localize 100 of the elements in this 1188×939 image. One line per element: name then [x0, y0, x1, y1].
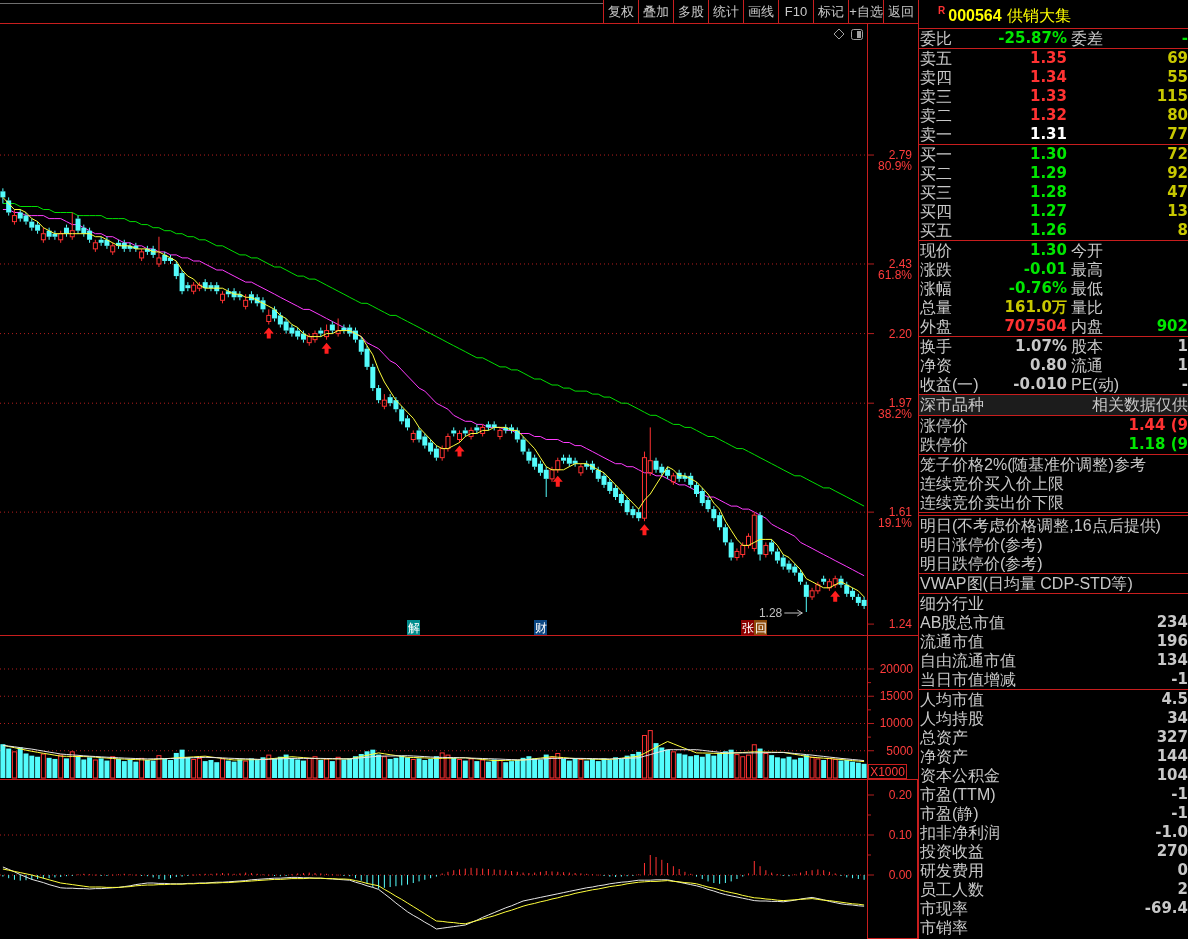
- field-value: 4.5: [1161, 692, 1188, 707]
- event-marker[interactable]: 回: [754, 620, 767, 635]
- toolbar-button[interactable]: 标记: [813, 0, 848, 23]
- toolbar-button[interactable]: 复权: [603, 0, 638, 23]
- field-value: 1.30: [1030, 243, 1067, 258]
- bar: [578, 758, 584, 779]
- up-arrow-icon: [552, 475, 563, 487]
- field-label: VWAP图(日均量 CDP-STD等): [920, 575, 1133, 592]
- field-label: 员工人数: [920, 881, 984, 898]
- field-label: 流通市值: [920, 633, 984, 650]
- candlestick: [410, 429, 416, 444]
- field-label: 内盘: [1071, 318, 1103, 335]
- bar: [243, 760, 249, 779]
- bar: [318, 760, 324, 778]
- field-label: 涨跌: [920, 261, 952, 278]
- field-value: 1.31: [1030, 127, 1067, 142]
- field-label: 卖四: [920, 69, 952, 86]
- field-label: 买一: [920, 146, 952, 163]
- candlestick: [757, 511, 763, 562]
- bar: [324, 758, 330, 779]
- up-arrow-icon: [454, 445, 465, 457]
- field-label: 笼子价格2%(随基准价调整)参考: [920, 456, 1146, 473]
- price-label: 1.28: [758, 606, 783, 620]
- axis-label: 2.43: [888, 257, 912, 271]
- candlestick: [445, 432, 451, 453]
- bar: [92, 759, 98, 779]
- field-value: -0.01: [1023, 262, 1067, 277]
- field-label: 现价: [920, 242, 952, 259]
- right-arrow-icon: [783, 609, 803, 617]
- field-label: 总资产: [920, 729, 968, 746]
- axis-label: 1.24: [888, 617, 912, 632]
- field-value: 1: [1177, 339, 1188, 354]
- axis-label: 2.20: [888, 326, 912, 341]
- candlestick: [376, 384, 382, 404]
- candlestick: [0, 187, 6, 204]
- field-label: 净资: [920, 357, 952, 374]
- candlestick: [549, 466, 555, 483]
- field-label: 市盈(静): [920, 805, 979, 822]
- unit-label: X1000: [868, 764, 907, 779]
- event-marker[interactable]: 解: [407, 620, 420, 635]
- panel-toggle-icon[interactable]: [851, 29, 863, 40]
- field-value: 0: [1177, 863, 1188, 878]
- field-label: 当日市值增减: [920, 671, 1016, 688]
- event-marker[interactable]: 张: [741, 620, 754, 635]
- field-label: 资本公积金: [920, 767, 1000, 784]
- toolbar-button[interactable]: 返回: [883, 0, 918, 23]
- field-label: 人均持股: [920, 710, 984, 727]
- bar: [462, 760, 468, 778]
- toolbar-button[interactable]: +自选: [848, 0, 883, 23]
- field-value: 相关数据仅供: [1092, 397, 1188, 413]
- field-value: 161.0万: [1004, 300, 1067, 315]
- up-arrow-icon: [321, 342, 332, 354]
- field-label: PE(动): [1071, 376, 1119, 393]
- field-value: 1.32: [1030, 108, 1067, 123]
- field-label: 研发费用: [920, 862, 984, 879]
- field-value: 1.33: [1030, 89, 1067, 104]
- bar: [156, 755, 162, 779]
- field-value: 270: [1156, 844, 1188, 859]
- bar: [474, 761, 480, 778]
- candlestick: [821, 575, 827, 586]
- field-value: 0.80: [1030, 358, 1067, 373]
- field-label: 换手: [920, 338, 952, 355]
- toolbar-button[interactable]: 统计: [708, 0, 743, 23]
- event-marker[interactable]: 财: [534, 620, 547, 635]
- bar: [457, 758, 463, 779]
- field-label: 市销率: [920, 919, 968, 936]
- field-value: -: [1181, 377, 1188, 392]
- field-value: 77: [1167, 127, 1188, 142]
- field-label: 自由流通市值: [920, 652, 1016, 669]
- axis-label: 20000: [879, 662, 913, 676]
- bar: [410, 758, 416, 779]
- field-label: 卖二: [920, 107, 952, 124]
- field-value: 1.35: [1030, 51, 1067, 66]
- field-label: 买五: [920, 222, 952, 239]
- toolbar-button[interactable]: F10: [778, 0, 813, 23]
- bar: [757, 748, 763, 778]
- field-value: 1.07%: [1014, 339, 1067, 354]
- field-label: 明日涨停价(参考): [920, 536, 1043, 553]
- field-label: 委差: [1071, 30, 1103, 47]
- bar: [63, 758, 69, 778]
- toolbar-button[interactable]: 画线: [743, 0, 778, 23]
- up-arrow-icon: [639, 524, 650, 536]
- field-value: 115: [1156, 89, 1188, 104]
- toolbar-button[interactable]: 叠加: [638, 0, 673, 23]
- field-value: 327: [1156, 730, 1188, 745]
- field-label: 扣非净利润: [920, 824, 1000, 841]
- candlestick: [156, 236, 162, 268]
- field-label: 卖一: [920, 126, 952, 143]
- field-value: 8: [1177, 223, 1188, 238]
- field-label: 最低: [1071, 280, 1103, 297]
- candlestick: [468, 426, 474, 440]
- field-label: 股本: [1071, 338, 1103, 355]
- axis-label: 80.9%: [877, 159, 912, 174]
- field-value: 47: [1167, 185, 1188, 200]
- field-label: 连续竞价买入价上限: [920, 475, 1064, 492]
- diamond-icon[interactable]: [833, 28, 845, 40]
- field-label: AB股总市值: [920, 614, 1006, 631]
- field-label: 细分行业: [920, 595, 984, 612]
- toolbar-button[interactable]: 多股: [673, 0, 708, 23]
- field-value: 69: [1167, 51, 1188, 66]
